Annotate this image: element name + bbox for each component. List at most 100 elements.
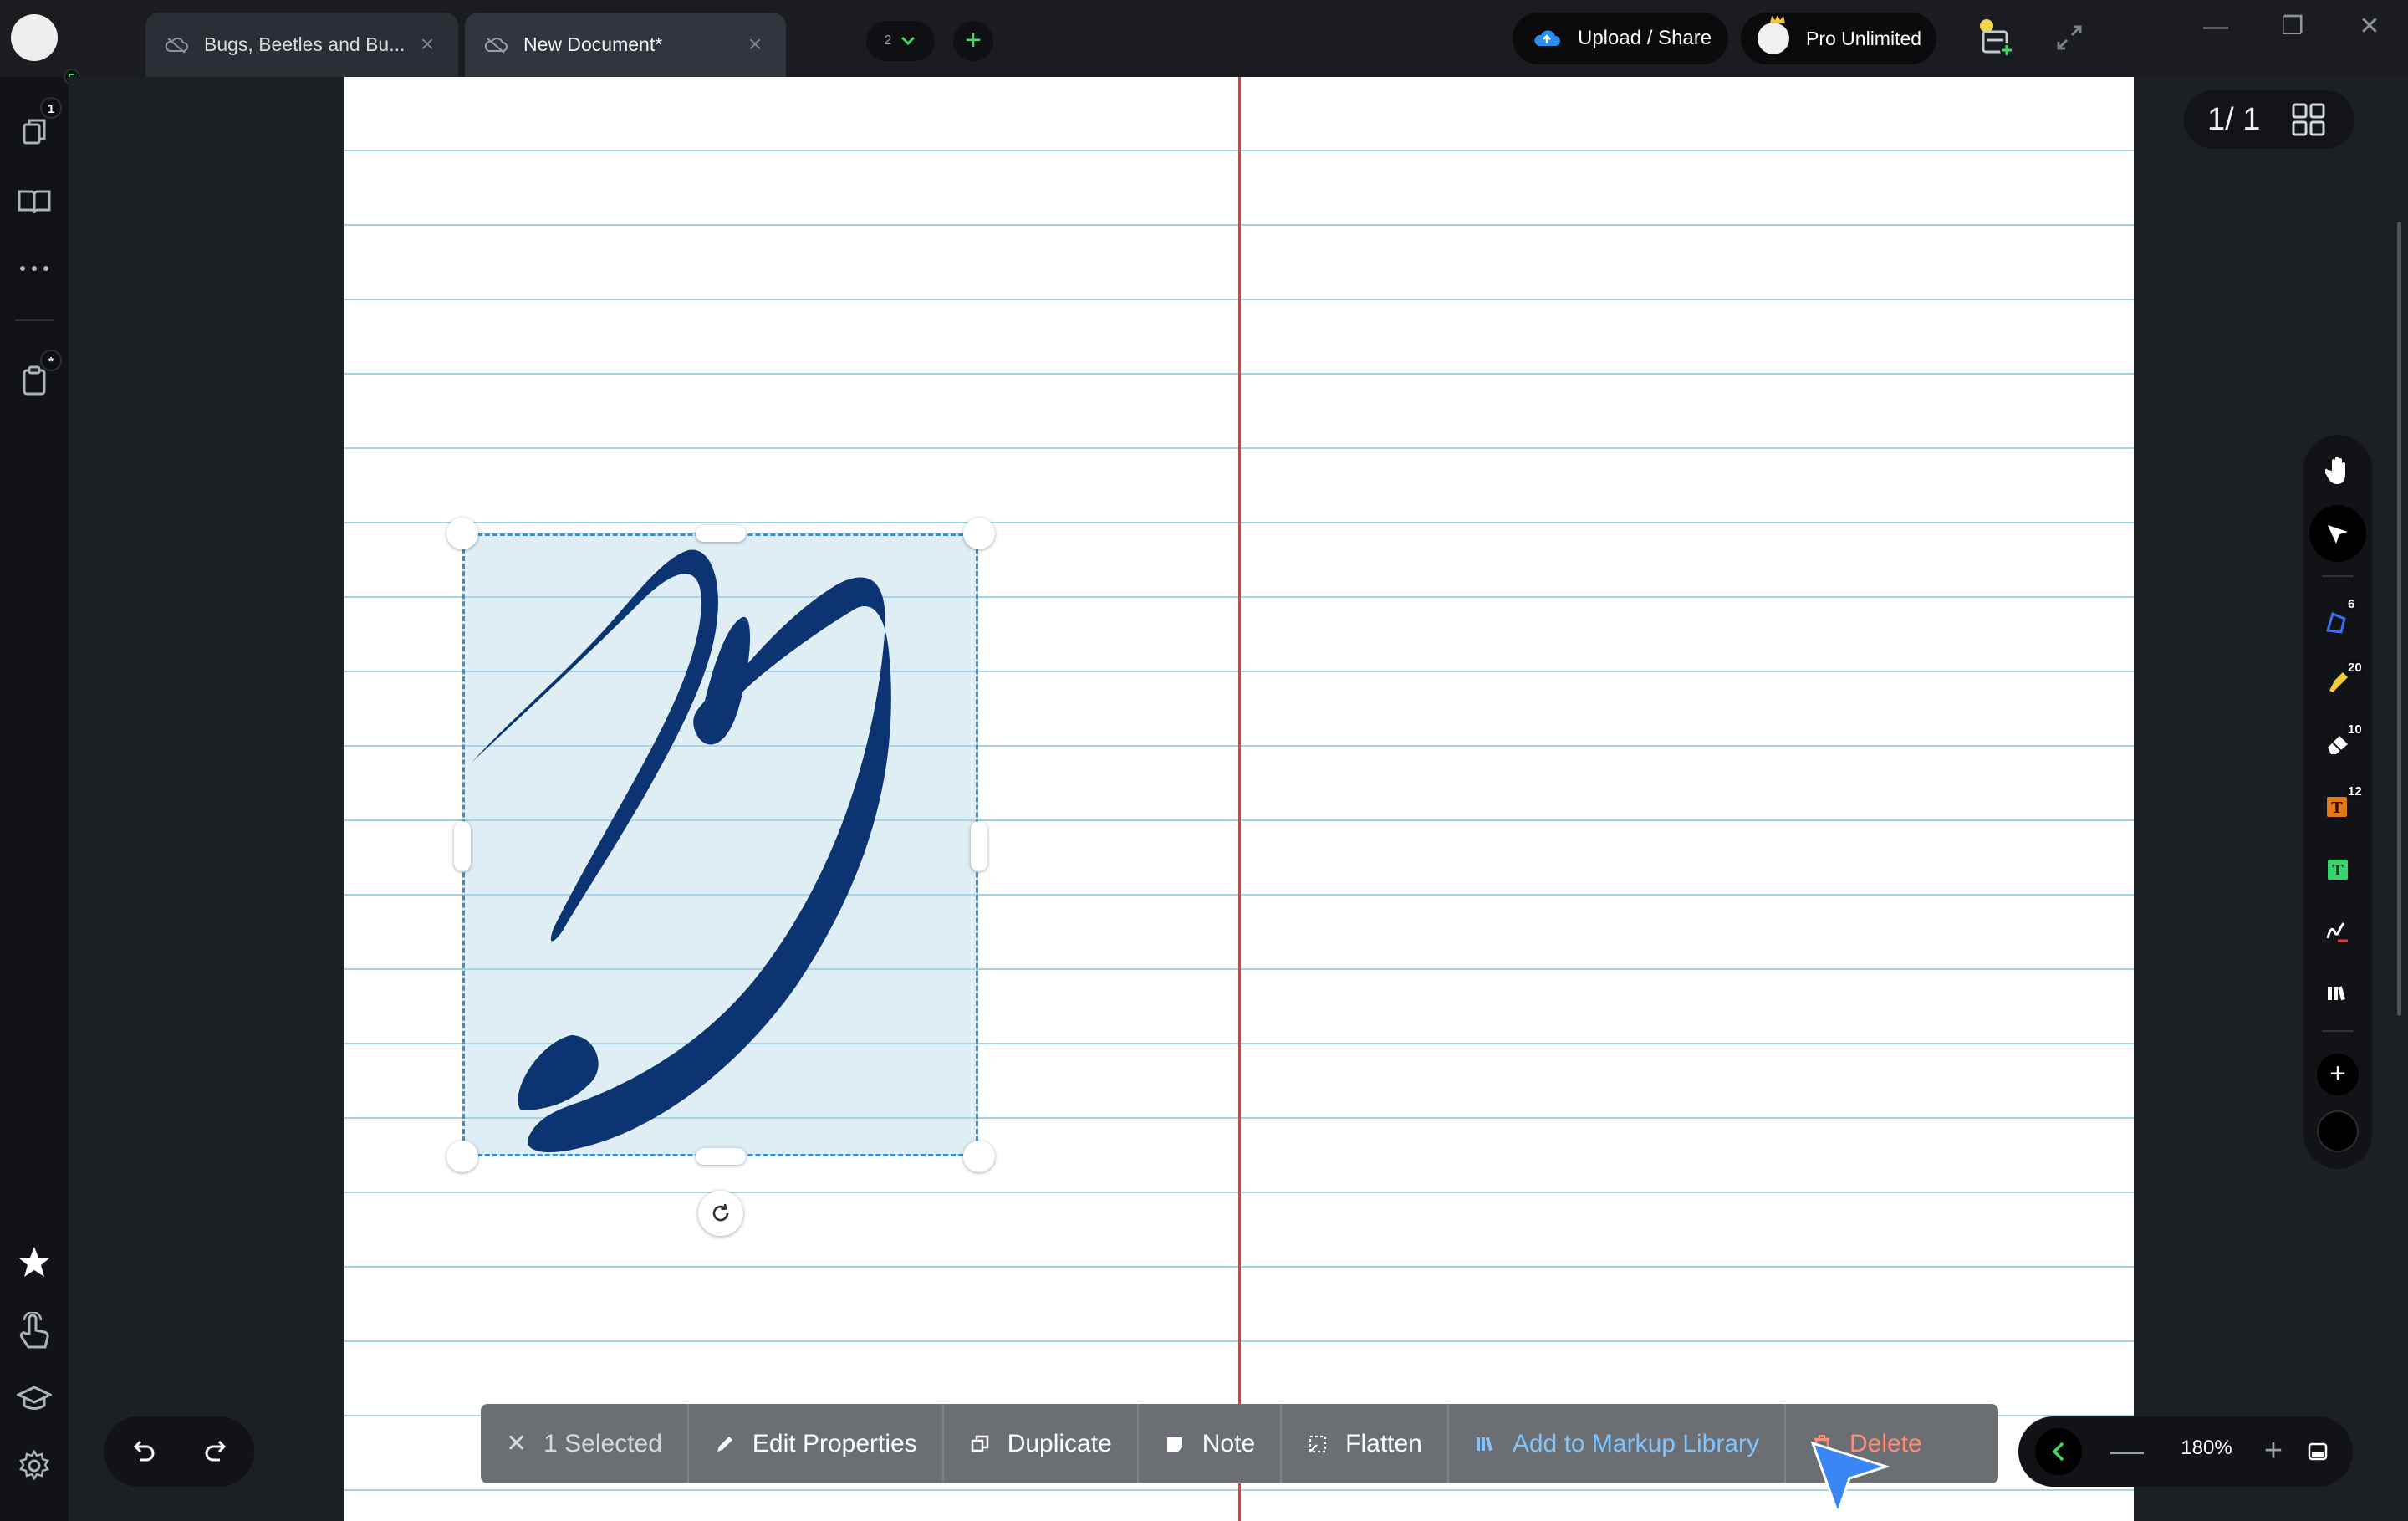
vertical-scrollbar[interactable] xyxy=(2397,222,2401,1016)
svg-text:T: T xyxy=(2331,799,2343,817)
zoom-controls: — 180% + xyxy=(2018,1416,2353,1487)
left-sidebar: 1 * xyxy=(0,69,80,1521)
zoom-level[interactable]: 180% xyxy=(2161,1437,2252,1460)
restore-button[interactable]: ❐ xyxy=(2276,12,2309,45)
pencil-icon xyxy=(717,1436,732,1452)
resize-handle-top-left[interactable] xyxy=(446,518,478,549)
sidebar-divider xyxy=(15,319,54,321)
chevron-left-icon xyxy=(2052,1442,2064,1462)
zoom-in-button[interactable]: + xyxy=(2257,1435,2290,1468)
more-button[interactable] xyxy=(13,248,55,289)
undo-icon xyxy=(133,1440,155,1462)
fullscreen-icon[interactable] xyxy=(2048,17,2090,59)
selection-action-bar: ✕ 1 Selected Edit Properties Duplicate N… xyxy=(481,1404,1998,1483)
app-avatar[interactable] xyxy=(11,14,58,61)
signature-stroke[interactable] xyxy=(462,533,978,1156)
resize-handle-bottom-right[interactable] xyxy=(963,1141,995,1172)
duplicate-icon xyxy=(971,1435,988,1452)
new-tab-button[interactable]: + xyxy=(953,21,993,61)
learn-button[interactable] xyxy=(13,1378,55,1420)
add-page-icon[interactable] xyxy=(1975,17,2017,59)
note-button[interactable]: Note xyxy=(1139,1404,1283,1483)
margin-line xyxy=(1238,77,1241,1521)
rotate-handle[interactable] xyxy=(698,1191,743,1236)
library-button[interactable] xyxy=(13,181,55,222)
pro-unlimited-button[interactable]: Pro Unlimited xyxy=(1741,13,1936,64)
tab-close-icon[interactable]: × xyxy=(744,33,766,56)
tab-new-document[interactable]: New Document* × xyxy=(465,13,786,77)
settings-button[interactable] xyxy=(13,1445,55,1487)
add-to-markup-library-label: Add to Markup Library xyxy=(1512,1429,1759,1457)
add-to-markup-library-button[interactable]: Add to Markup Library xyxy=(1449,1404,1786,1483)
signature-pen-icon xyxy=(2326,922,2348,942)
books-icon xyxy=(2328,986,2345,1001)
pro-unlimited-label: Pro Unlimited xyxy=(1806,27,1922,49)
toolbar-divider xyxy=(2322,1030,2354,1032)
add-tool-button[interactable]: + xyxy=(2317,1054,2359,1095)
undo-button[interactable] xyxy=(124,1433,161,1470)
cloud-upload-icon xyxy=(1534,30,1560,46)
resize-handle-right[interactable] xyxy=(971,821,987,871)
hand-pointer-icon xyxy=(19,1312,49,1349)
cloud-off-icon xyxy=(165,37,188,54)
pan-tool[interactable] xyxy=(2314,447,2361,493)
color-picker-swatch[interactable] xyxy=(2317,1110,2359,1152)
duplicate-button[interactable]: Duplicate xyxy=(944,1404,1139,1483)
resize-handle-top[interactable] xyxy=(696,525,746,542)
document-count-dropdown[interactable]: 2 xyxy=(866,21,935,61)
flatten-icon xyxy=(1309,1435,1327,1452)
resize-handle-left[interactable] xyxy=(454,821,471,871)
edit-properties-button[interactable]: Edit Properties xyxy=(689,1404,944,1483)
resize-handle-bottom[interactable] xyxy=(696,1148,746,1165)
flatten-button[interactable]: Flatten xyxy=(1282,1404,1449,1483)
tab-bugs-beetles[interactable]: Bugs, Beetles and Bu... × xyxy=(145,13,458,77)
hand-icon xyxy=(2325,457,2345,484)
grid-view-icon[interactable] xyxy=(2291,102,2326,137)
user-avatar xyxy=(1758,15,1789,54)
resize-handle-top-right[interactable] xyxy=(963,518,995,549)
deselect-button[interactable]: ✕ 1 Selected xyxy=(481,1404,689,1483)
clipboard-badge: * xyxy=(40,350,62,371)
flatten-label: Flatten xyxy=(1345,1429,1422,1457)
cloud-off-icon xyxy=(484,37,508,54)
undo-redo-group xyxy=(104,1416,254,1487)
select-tool[interactable] xyxy=(2309,505,2366,562)
page-counter[interactable]: 1/ 1 xyxy=(2184,90,2354,149)
mouse-pointer-icon xyxy=(1810,1441,1890,1518)
open-book-icon xyxy=(18,190,51,214)
typewriter-tool[interactable]: T xyxy=(2314,846,2361,893)
tab-label: Bugs, Beetles and Bu... xyxy=(204,33,406,55)
upload-share-button[interactable]: Upload / Share xyxy=(1513,13,1728,64)
redo-icon xyxy=(205,1440,227,1462)
resize-handle-bottom-left[interactable] xyxy=(446,1141,478,1172)
panel-toggle-button[interactable] xyxy=(2303,1437,2333,1467)
crown-icon xyxy=(1770,15,1785,23)
favorites-button[interactable] xyxy=(13,1241,55,1283)
collapse-button[interactable] xyxy=(2035,1428,2082,1475)
more-dots-icon xyxy=(20,266,48,271)
zoom-out-button[interactable]: — xyxy=(2110,1434,2144,1468)
pages-badge: 1 xyxy=(40,97,62,119)
selected-count-label: 1 Selected xyxy=(543,1429,662,1457)
title-bar: Bugs, Beetles and Bu... × New Document* … xyxy=(0,0,2408,77)
page-counter-text: 1/ 1 xyxy=(2207,101,2261,137)
minimize-button[interactable]: — xyxy=(2199,12,2232,45)
tab-close-icon[interactable]: × xyxy=(416,33,438,56)
note-icon xyxy=(1166,1437,1182,1452)
close-button[interactable]: ✕ xyxy=(2353,12,2386,45)
toolbar-divider xyxy=(2322,575,2354,577)
shapes-badge: 6 xyxy=(2345,597,2358,611)
pages-icon xyxy=(23,119,46,145)
gestures-button[interactable] xyxy=(13,1311,55,1353)
markup-library-tool[interactable] xyxy=(2314,970,2361,1017)
star-icon xyxy=(18,1247,50,1277)
edit-properties-label: Edit Properties xyxy=(752,1429,917,1457)
cursor-arrow-icon xyxy=(2328,525,2348,544)
highlighter-badge: 20 xyxy=(2345,661,2365,675)
text-box-badge: 12 xyxy=(2345,784,2365,799)
redo-button[interactable] xyxy=(199,1433,236,1470)
close-icon: ✕ xyxy=(506,1430,528,1457)
tab-label: New Document* xyxy=(523,33,663,55)
graduation-cap-icon xyxy=(17,1386,52,1410)
signature-tool[interactable] xyxy=(2314,908,2361,955)
